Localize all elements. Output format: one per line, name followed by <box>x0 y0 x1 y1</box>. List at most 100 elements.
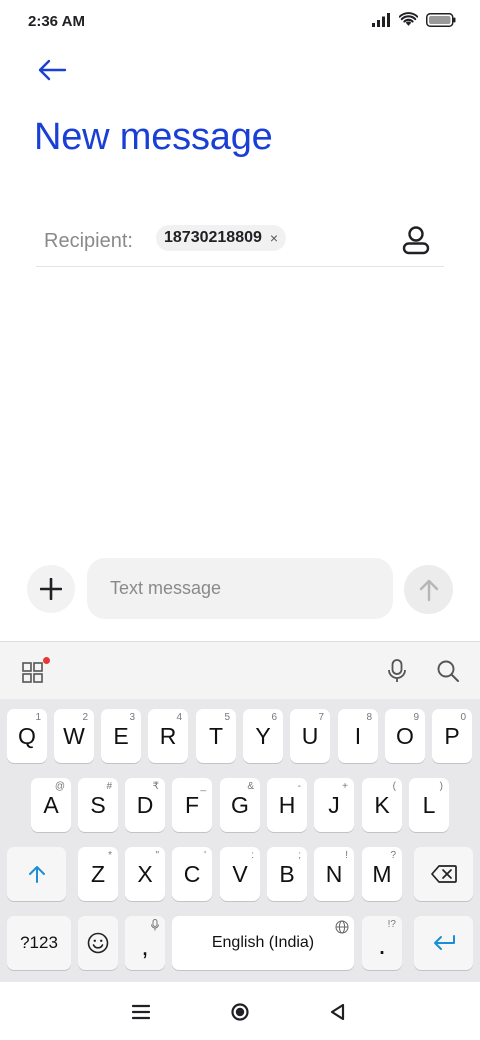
key-v[interactable]: V: <box>220 847 260 901</box>
symbols-key[interactable]: ?123 <box>7 916 71 970</box>
key-hint: 4 <box>176 712 182 723</box>
period-key[interactable]: . !? <box>362 916 402 970</box>
key-u[interactable]: U7 <box>290 709 330 763</box>
keyboard: Q1 W2 E3 R4 T5 Y6 U7 I8 O9 P0 A @ S # D ₹ F… <box>0 641 480 982</box>
page-title: New message <box>34 116 273 158</box>
key-d[interactable]: D ₹ <box>125 778 165 832</box>
key-s[interactable]: S # <box>78 778 118 832</box>
status-icons <box>372 12 456 27</box>
key-a[interactable]: A @ <box>31 778 71 832</box>
key-label: L <box>422 791 436 818</box>
enter-icon <box>433 935 455 950</box>
key-hint: ! <box>345 850 348 861</box>
enter-key[interactable] <box>414 916 473 970</box>
key-x[interactable]: X " <box>125 847 165 901</box>
recents-button[interactable] <box>127 998 155 1026</box>
key-t[interactable]: T5 <box>196 709 236 763</box>
backspace-key[interactable] <box>414 847 473 901</box>
menu-icon <box>132 1004 150 1020</box>
keyboard-search-button[interactable] <box>435 658 461 684</box>
key-label: X <box>137 860 153 887</box>
key-b[interactable]: B; <box>267 847 307 901</box>
key-l[interactable]: L) <box>409 778 449 832</box>
key-p[interactable]: P0 <box>432 709 472 763</box>
key-label: E <box>113 722 129 749</box>
key-e[interactable]: E3 <box>101 709 141 763</box>
triangle-back-icon <box>330 1003 345 1021</box>
key-n[interactable]: N! <box>314 847 354 901</box>
wifi-icon <box>399 12 418 26</box>
key-hint: ' <box>204 850 206 861</box>
recipient-chip[interactable]: 18730218809 × <box>156 225 287 251</box>
key-hint: 7 <box>318 712 324 723</box>
back-button[interactable] <box>32 52 72 88</box>
comma-key[interactable]: , <box>125 916 165 970</box>
send-button[interactable] <box>404 565 453 614</box>
space-key[interactable]: English (India) <box>172 916 354 970</box>
key-hint: !? <box>387 919 396 930</box>
chip-remove-icon[interactable]: × <box>270 231 278 245</box>
mic-icon <box>151 919 159 931</box>
recipient-label: Recipient: <box>44 230 133 252</box>
key-k[interactable]: K( <box>362 778 402 832</box>
key-label: H <box>278 791 296 818</box>
key-label: P <box>444 722 460 749</box>
key-label: G <box>231 791 249 818</box>
contact-picker-button[interactable] <box>398 222 434 258</box>
signal-icon <box>372 12 390 27</box>
key-label: W <box>63 722 85 749</box>
emoji-key[interactable] <box>78 916 118 970</box>
key-label: B <box>279 860 295 887</box>
key-label: J <box>328 791 340 818</box>
shift-key[interactable] <box>7 847 66 901</box>
key-hint: " <box>155 850 159 861</box>
key-hint: ; <box>298 850 301 861</box>
key-y[interactable]: Y6 <box>243 709 283 763</box>
key-hint: ₹ <box>152 781 159 792</box>
key-label: U <box>301 722 319 749</box>
key-label: . <box>378 929 386 960</box>
key-label: , <box>141 930 149 961</box>
key-h[interactable]: H- <box>267 778 307 832</box>
key-m[interactable]: M? <box>362 847 402 901</box>
key-label: Z <box>90 860 106 887</box>
key-hint: * <box>108 850 112 861</box>
key-label: C <box>183 860 201 887</box>
key-label: T <box>208 722 224 749</box>
key-hint: ? <box>390 850 396 861</box>
key-hint: : <box>251 850 254 861</box>
key-hint: - <box>297 781 301 792</box>
back-nav-button[interactable] <box>324 998 352 1026</box>
key-label: V <box>232 860 248 887</box>
key-hint: 9 <box>413 712 419 723</box>
key-g[interactable]: G & <box>220 778 260 832</box>
key-o[interactable]: O9 <box>385 709 425 763</box>
key-j[interactable]: J + <box>314 778 354 832</box>
message-input[interactable] <box>87 558 393 619</box>
notification-dot <box>43 657 50 664</box>
search-icon <box>437 660 459 682</box>
home-button[interactable] <box>226 998 254 1026</box>
key-c[interactable]: C ' <box>172 847 212 901</box>
compose-row <box>0 558 480 620</box>
key-z[interactable]: Z * <box>78 847 118 901</box>
key-hint: 8 <box>366 712 372 723</box>
shift-icon <box>28 866 45 883</box>
key-r[interactable]: R4 <box>148 709 188 763</box>
key-label: S <box>90 791 106 818</box>
key-f[interactable]: F _ <box>172 778 212 832</box>
voice-input-button[interactable] <box>384 658 410 684</box>
key-hint: ) <box>439 781 443 792</box>
plus-icon <box>40 578 62 600</box>
key-i[interactable]: I8 <box>338 709 378 763</box>
status-time: 2:36 AM <box>28 13 85 30</box>
key-q[interactable]: Q1 <box>7 709 47 763</box>
recipient-row[interactable]: Recipient: 18730218809 × <box>36 218 444 267</box>
key-label: O <box>396 722 414 749</box>
key-hint: 3 <box>129 712 135 723</box>
keyboard-apps-button[interactable] <box>20 657 50 685</box>
key-w[interactable]: W2 <box>54 709 94 763</box>
key-label: English (India) <box>211 934 315 951</box>
attach-button[interactable] <box>27 565 75 613</box>
key-label: D <box>136 791 154 818</box>
